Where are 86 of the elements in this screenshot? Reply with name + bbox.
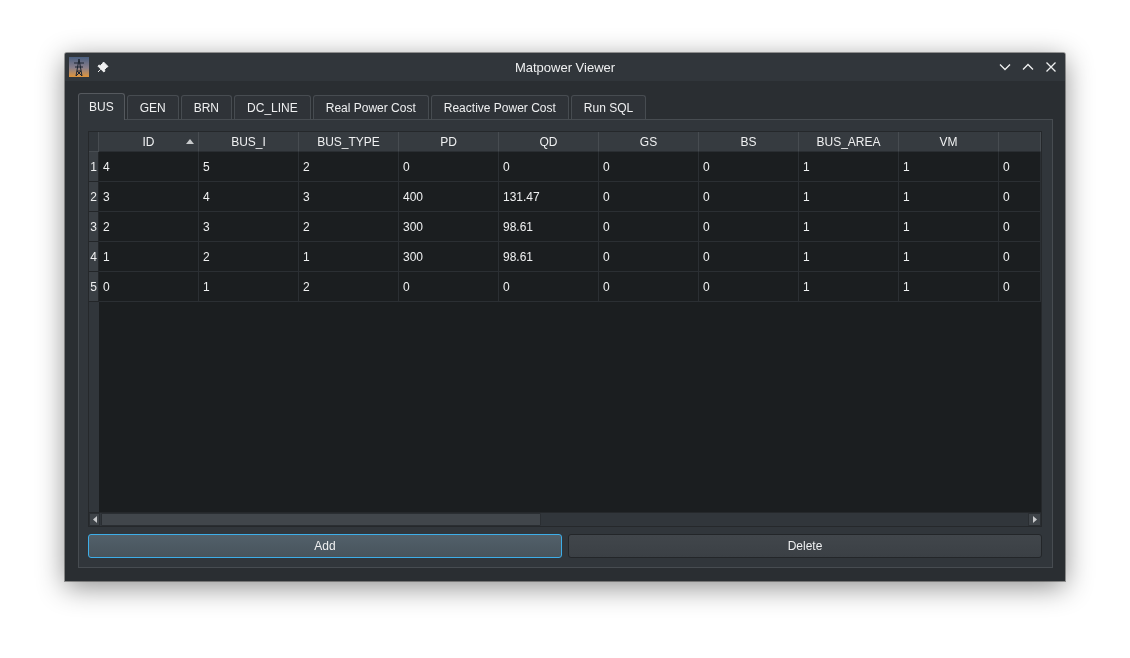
table-cell: 1 [799, 242, 899, 272]
tab[interactable]: Real Power Cost [312, 95, 429, 119]
tab[interactable]: Reactive Power Cost [430, 95, 569, 119]
table-cell: 3 [299, 182, 399, 212]
column-header[interactable]: BUS_AREA [799, 132, 899, 152]
table-cell: 1 [899, 182, 999, 212]
table-cell: 3 [99, 182, 199, 212]
table-cell: 2 [199, 242, 299, 272]
table-cell: 0 [699, 272, 799, 302]
caret-left-icon [92, 516, 97, 523]
table-cell: 1 [799, 152, 899, 182]
row-header[interactable]: 2 [89, 182, 99, 212]
table-cell: 300 [399, 212, 499, 242]
table-cell: 0 [499, 272, 599, 302]
table-cell: 0 [999, 182, 1041, 212]
table-cell: 0 [99, 272, 199, 302]
table-cell: 5 [199, 152, 299, 182]
column-header[interactable]: VM [899, 132, 999, 152]
table-cell: 3 [199, 212, 299, 242]
table-cell: 0 [699, 152, 799, 182]
table-cell: 0 [499, 152, 599, 182]
table-cell: 98.61 [499, 212, 599, 242]
table-cell: 0 [599, 272, 699, 302]
tab[interactable]: DC_LINE [234, 95, 311, 119]
table-cell: 0 [699, 212, 799, 242]
action-button[interactable]: Add [88, 534, 562, 558]
column-header[interactable]: BS [699, 132, 799, 152]
power-pylon-icon [69, 57, 89, 77]
minimize-icon[interactable] [999, 61, 1011, 73]
maximize-icon[interactable] [1022, 61, 1034, 73]
table-cell: 0 [999, 212, 1041, 242]
column-header[interactable]: BUS_I [199, 132, 299, 152]
horizontal-scrollbar[interactable] [89, 512, 1041, 526]
table-cell: 1 [899, 272, 999, 302]
table-cell: 0 [999, 152, 1041, 182]
scroll-left-button[interactable] [89, 513, 100, 526]
table-cell: 2 [299, 152, 399, 182]
table-cell: 1 [799, 272, 899, 302]
table-cell: 0 [599, 212, 699, 242]
table-cell: 1 [299, 242, 399, 272]
table-cell: 1 [199, 272, 299, 302]
table-cell: 4 [199, 182, 299, 212]
table-cell: 98.61 [499, 242, 599, 272]
column-header[interactable]: PD [399, 132, 499, 152]
scroll-right-button[interactable] [1028, 513, 1041, 526]
table-cell: 0 [399, 152, 499, 182]
table-cell: 1 [799, 212, 899, 242]
table-cell: 1 [899, 152, 999, 182]
table-cell: 2 [299, 272, 399, 302]
table-cell: 0 [699, 182, 799, 212]
tab[interactable]: BRN [180, 95, 233, 119]
tab[interactable]: GEN [126, 95, 179, 119]
tab[interactable]: BUS [78, 93, 125, 120]
window-title: Matpower Viewer [514, 59, 616, 75]
table-cell: 400 [399, 182, 499, 212]
scrollbar-thumb[interactable] [101, 513, 541, 526]
table-cell: 1 [899, 212, 999, 242]
table-cell: 2 [299, 212, 399, 242]
table-cell: 0 [399, 272, 499, 302]
sort-ascending-icon [186, 139, 194, 144]
pin-icon[interactable] [97, 61, 109, 73]
table-cell: 1 [799, 182, 899, 212]
row-header[interactable]: 4 [89, 242, 99, 272]
table-cell: 4 [99, 152, 199, 182]
table-cell: 0 [699, 242, 799, 272]
column-header[interactable]: ID [99, 132, 199, 152]
table-cell: 131.47 [499, 182, 599, 212]
close-icon[interactable] [1045, 61, 1057, 73]
row-header[interactable]: 5 [89, 272, 99, 302]
table-cell: 0 [999, 242, 1041, 272]
table-cell: 1 [99, 242, 199, 272]
table-cell: 1 [899, 242, 999, 272]
table-cell: 300 [399, 242, 499, 272]
table-cell: 0 [599, 242, 699, 272]
column-header[interactable]: QD [499, 132, 599, 152]
table-cell: 0 [599, 152, 699, 182]
column-header[interactable]: BUS_TYPE [299, 132, 399, 152]
table-cell: 0 [999, 272, 1041, 302]
row-header[interactable]: 3 [89, 212, 99, 242]
action-button[interactable]: Delete [568, 534, 1042, 558]
table-cell: 0 [599, 182, 699, 212]
column-header[interactable]: GS [599, 132, 699, 152]
table-cell: 2 [99, 212, 199, 242]
tab[interactable]: Run SQL [570, 95, 647, 119]
row-header[interactable]: 1 [89, 152, 99, 182]
caret-right-icon [1032, 516, 1037, 523]
